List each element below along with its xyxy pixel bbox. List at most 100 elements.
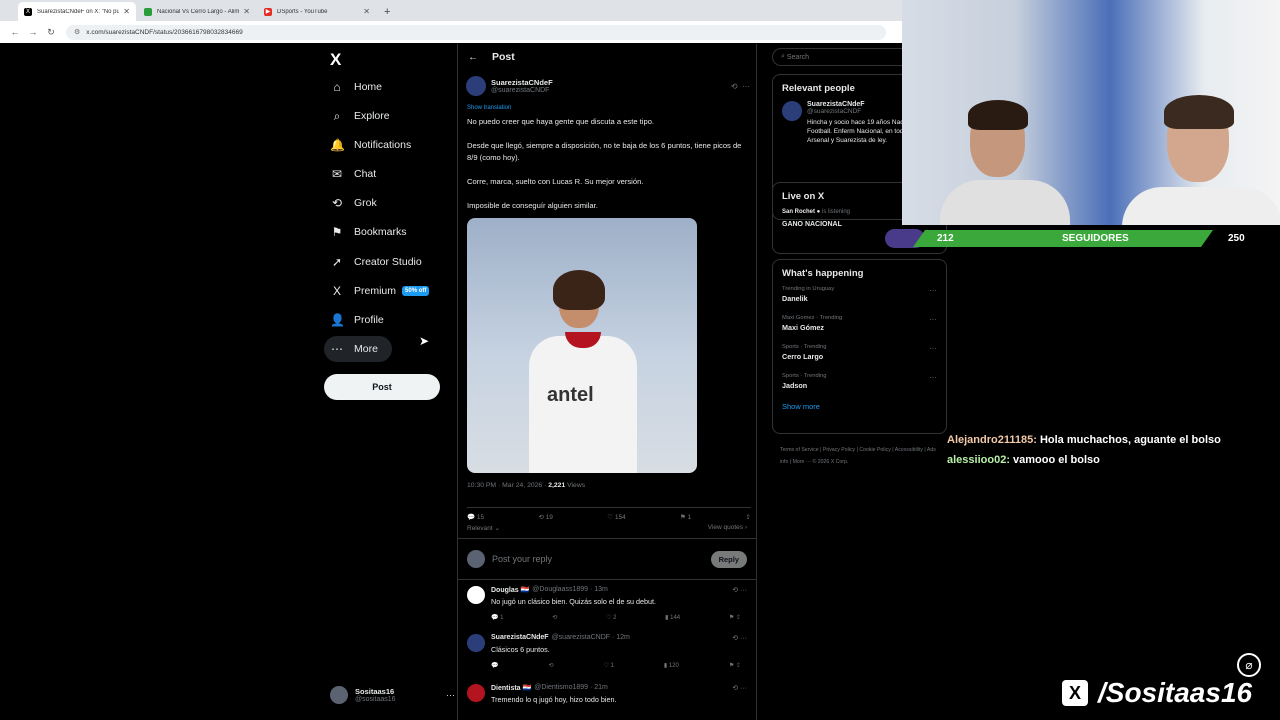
stream-chat: Alejandro211185: Hola muchachos, aguante… xyxy=(947,434,1267,474)
reply-action[interactable]: 💬 15 xyxy=(467,513,484,521)
views-action[interactable]: ▮ 144 xyxy=(665,614,680,621)
reply-list-item[interactable]: SuarezistaCNdeF @suarezistaCNDF · 12m ⟲ ··… xyxy=(458,634,756,669)
author-name[interactable]: SuarezistaCNdeF xyxy=(491,78,553,87)
back-arrow-icon[interactable]: ← xyxy=(468,52,478,63)
browser-tab-nacional[interactable]: Nacional Vs Cerro Largo - Alim ✕ xyxy=(138,2,256,21)
reply-list-item[interactable]: Douglas 🇵🇾 @Douglaass1899 · 13m ⟲ ··· No j… xyxy=(458,586,756,621)
like-count: 1 xyxy=(610,663,614,669)
close-tab-icon[interactable]: ✕ xyxy=(123,7,130,16)
like-count: 2 xyxy=(613,615,617,621)
new-tab-button[interactable]: + xyxy=(378,6,396,21)
nav-label: Grok xyxy=(354,197,377,209)
x-logo-icon[interactable]: X xyxy=(330,50,341,70)
avatar[interactable] xyxy=(467,684,485,702)
post-author: SuarezistaCNdeF @suarezistaCNDF ⟲ ··· xyxy=(466,76,750,96)
avatar[interactable] xyxy=(466,76,486,96)
footer-links[interactable]: Terms of Service | Privacy Policy | Cook… xyxy=(780,444,940,468)
view-quotes-link[interactable]: View quotes › xyxy=(708,524,747,531)
browser-tab-youtube[interactable]: ▶ DSports - YouTube ✕ xyxy=(258,2,376,21)
tab-title: Nacional Vs Cerro Largo - Alim xyxy=(157,8,240,15)
nav-item-explore[interactable]: ⌕ Explore xyxy=(330,103,390,129)
nav-item-bookmarks[interactable]: ⚑ Bookmarks xyxy=(330,219,407,245)
nav-item-profile[interactable]: 👤 Profile xyxy=(330,307,384,333)
trend-item[interactable]: Sports · Trending Cerro Largo ··· xyxy=(782,344,937,361)
trend-item[interactable]: Sports · Trending Jadson ··· xyxy=(782,373,937,390)
url-field[interactable]: ⚙ x.com/suarezistaCNDF/status/2036616798… xyxy=(66,24,886,40)
author-handle[interactable]: @suarezistaCNDF xyxy=(491,87,553,94)
account-handle: @sositaas16 xyxy=(355,696,396,703)
share-icon[interactable]: ⇪ xyxy=(746,513,751,521)
bell-icon: 🔔 xyxy=(330,138,345,152)
reply-text: No jugó un clásico bien. Quizás solo el … xyxy=(491,597,657,606)
show-more-link[interactable]: Show more xyxy=(782,402,937,411)
nav-label: Premium xyxy=(354,285,397,297)
reply-action[interactable]: 💬 1 xyxy=(491,614,503,621)
account-switcher[interactable]: Sositaas16 @sositaas16 ··· xyxy=(330,686,455,704)
reply-button[interactable]: Reply xyxy=(710,550,747,568)
like-action[interactable]: ♡ 154 xyxy=(607,513,626,521)
views-action[interactable]: ▮ 120 xyxy=(664,662,679,669)
trend-item[interactable]: Maxi Gomez · Trending Maxi Gómez ··· xyxy=(782,315,937,332)
reply-list-item[interactable]: Dientista 🇵🇾 @Dientismo1899 · 21m ⟲ ··· Tr… xyxy=(458,684,756,704)
reply-author[interactable]: Douglas 🇵🇾 xyxy=(491,586,529,594)
more-dots-icon[interactable]: ··· xyxy=(446,690,455,700)
like-action[interactable]: ♡ 1 xyxy=(604,662,614,669)
more-dots-icon[interactable]: ··· xyxy=(929,373,937,390)
repost-icon[interactable]: ⟲ xyxy=(548,662,553,669)
reply-handle: @Douglaass1899 · 13m xyxy=(532,586,608,593)
nav-item-chat[interactable]: ✉ Chat xyxy=(330,161,376,187)
repost-action[interactable]: ⟲ 19 xyxy=(538,513,553,521)
site-info-icon[interactable]: ⚙ xyxy=(74,28,80,36)
person-icon: 👤 xyxy=(330,313,345,327)
follower-label: SEGUIDORES xyxy=(1062,233,1129,244)
back-arrow-icon[interactable]: ← xyxy=(6,27,24,37)
social-handle-text: /Sositaas16 xyxy=(1098,677,1253,708)
reply-sort-dropdown[interactable]: Relevant ⌄ xyxy=(467,524,500,532)
grok-icon[interactable]: ⟲ ··· xyxy=(732,684,747,692)
bookmark-icon[interactable]: ⚑ ⇪ xyxy=(729,614,741,621)
tweet-photo[interactable]: antel xyxy=(467,218,697,473)
account-name: Sositaas16 xyxy=(355,687,395,696)
grok-icon[interactable]: ⟲ ··· xyxy=(732,634,747,642)
avatar[interactable] xyxy=(467,586,485,604)
reply-author[interactable]: SuarezistaCNdeF xyxy=(491,634,549,642)
reply-count: 15 xyxy=(476,514,485,521)
chat-text: vamooo el bolso xyxy=(1009,454,1100,466)
bookmark-icon[interactable]: ⚑ ⇪ xyxy=(729,662,741,669)
trend-name: Jadson xyxy=(782,381,808,390)
close-tab-icon[interactable]: ✕ xyxy=(363,7,370,16)
nav-label: Profile xyxy=(354,314,384,326)
show-translation-link[interactable]: Show translation xyxy=(467,105,511,111)
trend-item[interactable]: Trending in Uruguay Danelik ··· xyxy=(782,286,937,303)
tweet-paragraph: No puedo creer que haya gente que discut… xyxy=(467,117,655,126)
tweet-text: No puedo creer que haya gente que discut… xyxy=(467,116,751,224)
search-placeholder: Search xyxy=(786,53,810,61)
like-action[interactable]: ♡ 2 xyxy=(606,614,616,621)
post-timestamp: 10:30 PM · Mar 24, 2026 · 2,221 Views xyxy=(467,482,585,489)
avatar[interactable] xyxy=(467,634,485,652)
reply-actions: 💬 1 ⟲ ♡ 2 ▮ 144 ⚑ ⇪ xyxy=(491,614,741,621)
grok-icon[interactable]: ⟲ ··· xyxy=(731,82,750,91)
forward-arrow-icon[interactable]: → xyxy=(24,27,42,37)
chat-message: alessiioo02: vamooo el bolso xyxy=(947,454,1267,466)
reload-icon[interactable]: ↻ xyxy=(42,27,60,38)
close-tab-icon[interactable]: ✕ xyxy=(243,7,250,16)
more-dots-icon[interactable]: ··· xyxy=(929,315,937,332)
more-dots-icon[interactable]: ··· xyxy=(929,286,937,303)
repost-icon[interactable]: ⟲ xyxy=(552,614,557,621)
more-dots-icon[interactable]: ··· xyxy=(929,344,937,361)
reply-input[interactable]: Post your reply xyxy=(492,554,552,564)
browser-tab-x[interactable]: X SuarezistaCNdeF on X: "No pue ✕ xyxy=(18,2,136,21)
reply-icon[interactable]: 💬 xyxy=(491,662,498,669)
nav-item-creator-studio[interactable]: ➚ Creator Studio xyxy=(330,249,422,275)
avatar[interactable] xyxy=(782,101,802,121)
nav-item-grok[interactable]: ⟲ Grok xyxy=(330,190,377,216)
nav-item-more[interactable]: ⋯ More xyxy=(324,336,392,362)
nav-item-premium[interactable]: X Premium 50% off xyxy=(330,278,430,304)
nav-item-notifications[interactable]: 🔔 Notifications xyxy=(330,132,411,158)
compose-post-button[interactable]: Post xyxy=(324,374,440,400)
nav-item-home[interactable]: ⌂ Home xyxy=(330,74,382,100)
grok-icon[interactable]: ⟲ ··· xyxy=(732,586,747,594)
reply-author[interactable]: Dientista 🇵🇾 xyxy=(491,684,531,692)
bookmark-action[interactable]: ⚑ 1 xyxy=(680,513,691,521)
